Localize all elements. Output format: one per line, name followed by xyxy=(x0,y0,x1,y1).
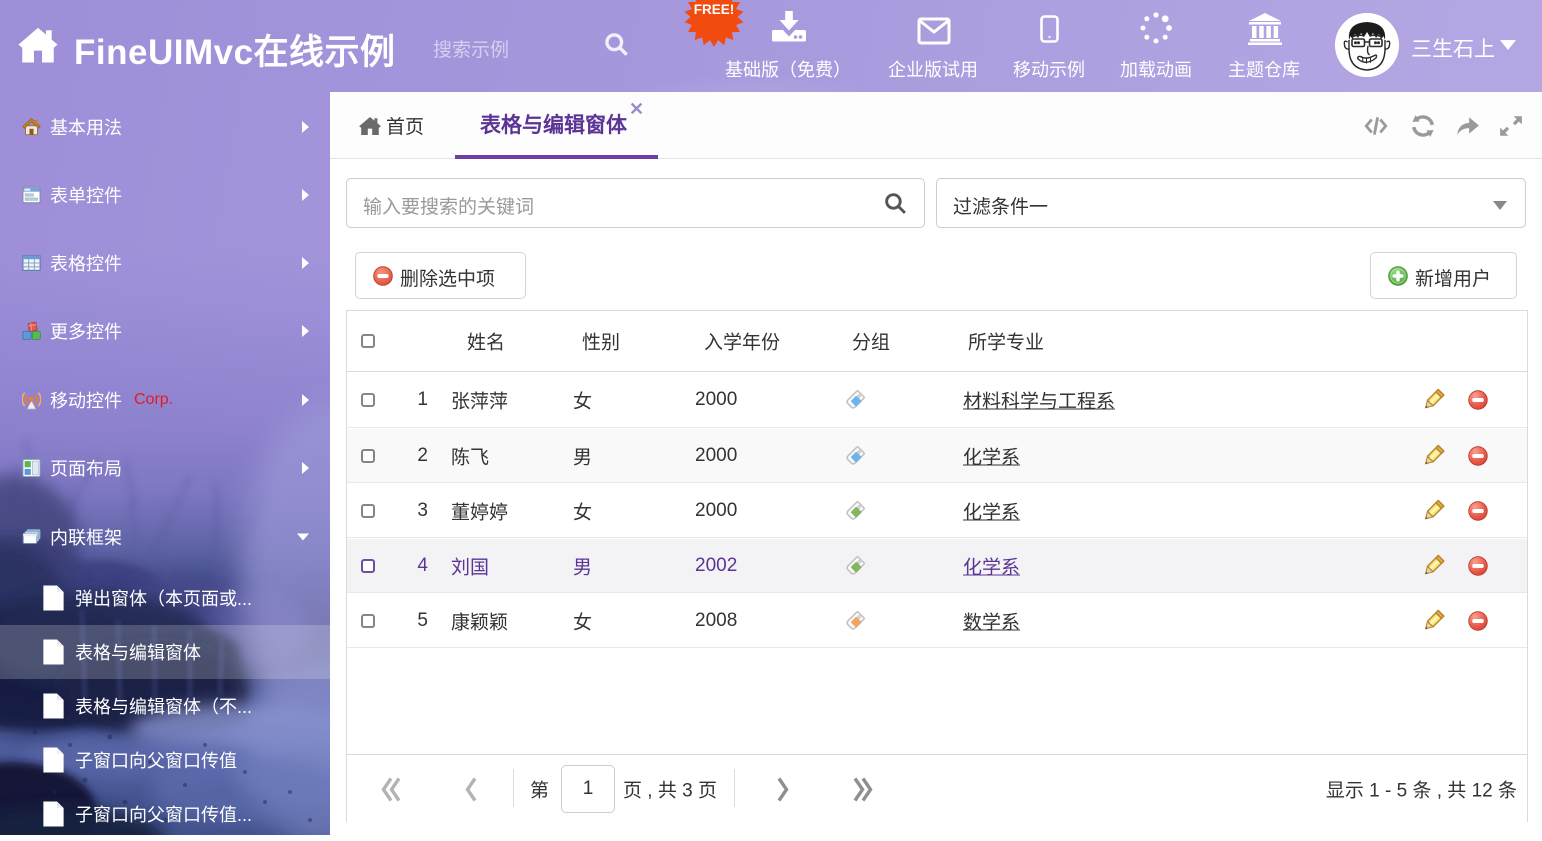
svg-text:FREE!: FREE! xyxy=(694,2,735,17)
